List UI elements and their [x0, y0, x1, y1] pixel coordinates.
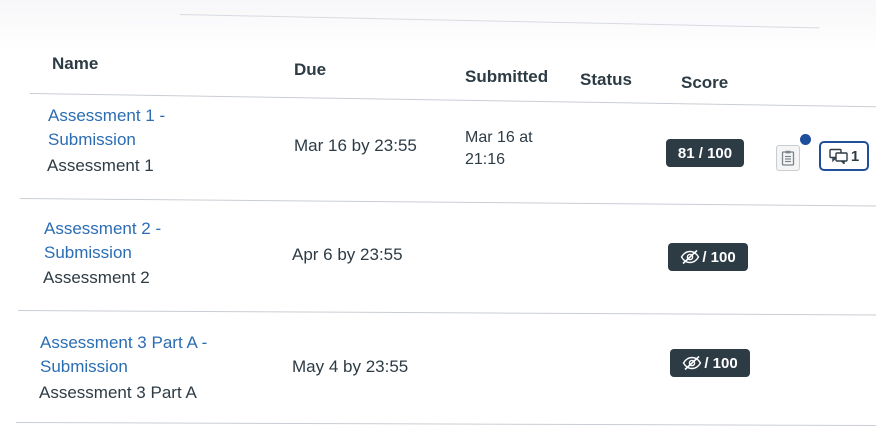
header-status[interactable]: Status [580, 70, 632, 90]
assignment-title-line2[interactable]: Submission [40, 355, 207, 379]
comment-count: 1 [850, 147, 860, 165]
assignment-title-line1[interactable]: Assessment 1 - [48, 104, 165, 128]
score-value: / 100 [702, 248, 736, 266]
score-value: 81 / 100 [677, 144, 733, 162]
top-divider [179, 0, 820, 29]
score-badge: / 100 [668, 243, 748, 271]
submitted-date: Mar 16 at 21:16 [465, 127, 575, 171]
rubric-button[interactable] [776, 145, 800, 171]
eye-slash-icon [682, 355, 702, 371]
row-divider [19, 198, 876, 207]
score-badge: / 100 [670, 349, 750, 377]
header-name[interactable]: Name [52, 54, 98, 74]
submitted-line2: 21:16 [465, 151, 506, 168]
row-divider [17, 310, 876, 316]
assignment-title-link[interactable]: Assessment 3 Part A - Submission [40, 331, 207, 379]
score-badge: 81 / 100 [666, 139, 744, 167]
due-date: Mar 16 by 23:55 [294, 136, 417, 155]
header-score[interactable]: Score [681, 73, 728, 93]
comments-button[interactable]: 1 [819, 141, 869, 171]
comments-icon [829, 148, 848, 164]
grades-page: Name Due Submitted Status Score Assessme… [0, 0, 876, 435]
rubric-icon [781, 150, 795, 166]
due-date: Apr 6 by 23:55 [292, 245, 403, 264]
score-value: / 100 [704, 354, 738, 372]
assignment-group: Assessment 2 [43, 268, 150, 287]
assignment-group: Assessment 1 [47, 156, 154, 175]
header-submitted[interactable]: Submitted [465, 67, 548, 87]
header-due[interactable]: Due [294, 60, 326, 80]
eye-slash-icon [680, 249, 700, 265]
row-divider [15, 422, 876, 427]
unread-indicator [800, 134, 811, 145]
assignment-title-line2[interactable]: Submission [48, 128, 165, 152]
assignment-title-link[interactable]: Assessment 1 - Submission [48, 104, 165, 152]
assignment-title-line1[interactable]: Assessment 3 Part A - [40, 331, 207, 355]
submitted-line1: Mar 16 at [465, 129, 533, 146]
assignment-title-line2[interactable]: Submission [44, 241, 161, 265]
assignment-title-line1[interactable]: Assessment 2 - [44, 217, 161, 241]
assignment-group: Assessment 3 Part A [39, 383, 197, 402]
assignment-title-link[interactable]: Assessment 2 - Submission [44, 217, 161, 265]
due-date: May 4 by 23:55 [292, 357, 409, 376]
